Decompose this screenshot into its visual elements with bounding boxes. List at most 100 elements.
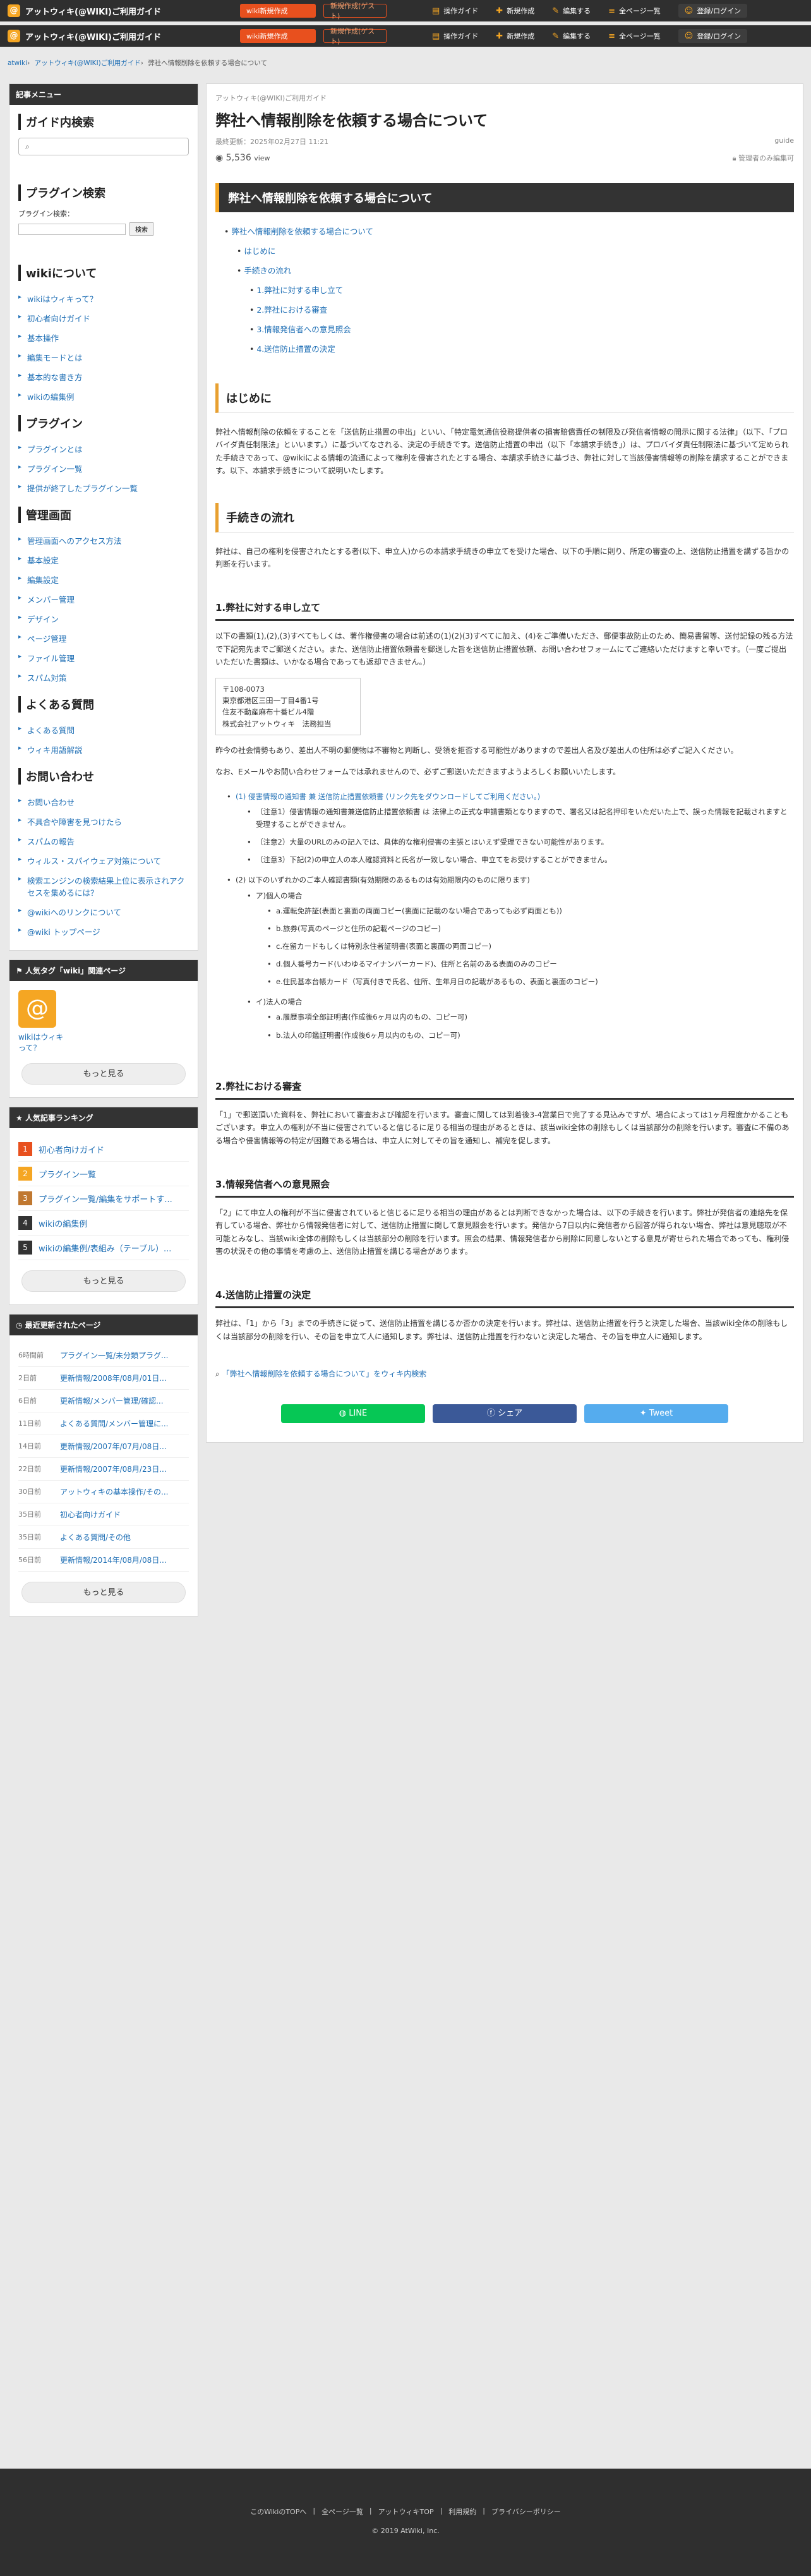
toc-item[interactable]: • はじめに <box>224 241 794 260</box>
list-item[interactable]: 編集設定 <box>18 570 189 589</box>
list-item[interactable]: 検索エンジンの検索結果上位に表示されアクセスを集めるには？ <box>18 870 189 902</box>
recent-item[interactable]: 35日前 初心者向けガイド <box>18 1503 189 1526</box>
facebook-share-button[interactable]: ⓕ シェア <box>433 1404 577 1424</box>
guide-tag[interactable]: guide <box>774 136 794 147</box>
recent-more-button[interactable]: もっと見る <box>21 1582 186 1603</box>
list-item[interactable]: デザイン <box>18 609 189 629</box>
admin-list: 管理画面へのアクセス方法 基本設定 編集設定 メンバー管理 デザイン ページ管理… <box>18 531 189 687</box>
list-item[interactable]: wikiの編集例 <box>18 387 189 406</box>
wiki-tag-thumbnail-icon[interactable]: @ <box>18 990 56 1028</box>
list-item[interactable]: スパムの報告 <box>18 831 189 851</box>
footer-link[interactable]: 利用規約 <box>448 2507 476 2517</box>
list-item[interactable]: ファイル管理 <box>18 648 189 668</box>
new-page-link[interactable]: ✚ 新規作成 <box>496 6 534 16</box>
tag-box: ⚑ 人気タグ「wiki」関連ページ @ wikiはウィキって？ もっと見る <box>9 960 198 1098</box>
edit-link[interactable]: ✎ 編集する <box>552 6 591 16</box>
list-item: a.履歴事項全部証明書(作成後6ヶ月以内のもの、コピー可) <box>267 1008 794 1026</box>
breadcrumb-atwiki[interactable]: atwiki <box>8 59 27 67</box>
tag-item-link[interactable]: wikiはウィキって？ <box>18 1032 69 1053</box>
list-item[interactable]: @wiki トップページ <box>18 922 189 941</box>
site-logo-sticky[interactable]: @ アットウィキ(@WIKI)ご利用ガイド <box>0 30 240 42</box>
toc-item[interactable]: • 2.弊社における審査 <box>224 299 794 319</box>
login-button[interactable]: ☺ 登録/ログイン <box>678 4 748 18</box>
tag-more-button[interactable]: もっと見る <box>21 1063 186 1085</box>
list-item[interactable]: お問い合わせ <box>18 792 189 812</box>
all-pages-link[interactable]: ≡ 全ページ一覧 <box>608 6 661 16</box>
footer-link[interactable]: アットウィキTOP <box>378 2507 434 2517</box>
sidebar-menu-title: 記事メニュー <box>9 84 198 105</box>
guide-link-sticky[interactable]: ▤ 操作ガイド <box>432 31 478 41</box>
toc-item[interactable]: • 3.情報発信者への意見照会 <box>224 319 794 339</box>
footer-link[interactable]: 全ページ一覧 <box>321 2507 363 2517</box>
guide-search-input[interactable]: ⌕ <box>18 138 189 155</box>
list-item[interactable]: @wikiへのリンクについて <box>18 902 189 922</box>
twitter-share-button[interactable]: ✦ Tweet <box>584 1404 728 1424</box>
page-title: 弊社へ情報削除を依頼する場合について <box>215 112 488 129</box>
create-wiki-button-sticky[interactable]: wiki新規作成 <box>240 29 316 43</box>
section-flow-heading: 手続きの流れ <box>215 502 794 533</box>
recent-item[interactable]: 35日前 よくある質問/その他 <box>18 1526 189 1549</box>
list-item[interactable]: 不具合や障害を見つけたら <box>18 812 189 831</box>
section-2-paragraph: 「1」で郵送頂いた資料を、弊社において審査および確認を行います。審査に関しては到… <box>215 1110 790 1145</box>
guest-create-button[interactable]: 新規作成(ゲスト) <box>323 2 387 20</box>
list-item[interactable]: 提供が終了したプラグイン一覧 <box>18 478 189 498</box>
user-icon: ☺ <box>684 31 694 41</box>
list-item[interactable]: プラグイン一覧 <box>18 459 189 478</box>
list-item[interactable]: 管理画面へのアクセス方法 <box>18 531 189 550</box>
breadcrumb-guide[interactable]: アットウィキ(@WIKI)ご利用ガイド <box>35 59 141 67</box>
share-buttons: ◍ LINE ⓕ シェア ✦ Tweet <box>215 1404 794 1424</box>
footer-link[interactable]: このWikiのTOPへ <box>250 2507 306 2517</box>
ranking-item[interactable]: 4 wikiの編集例 <box>18 1211 189 1236</box>
toc-item[interactable]: • 弊社へ情報削除を依頼する場合について <box>224 221 794 241</box>
rank-number: 1 <box>18 1142 32 1156</box>
recent-item[interactable]: 6日前 更新情報/メンバー管理/確認... <box>18 1390 189 1412</box>
ranking-item[interactable]: 5 wikiの編集例/表組み（テーブル）... <box>18 1236 189 1260</box>
footer-link[interactable]: プライバシーポリシー <box>491 2507 561 2517</box>
topbar-sticky: @ アットウィキ(@WIKI)ご利用ガイド wiki新規作成 新規作成(ゲスト) … <box>0 25 811 47</box>
list-item[interactable]: ページ管理 <box>18 629 189 648</box>
toc-item[interactable]: • 4.送信防止措置の決定 <box>224 339 794 358</box>
recent-item[interactable]: 56日前 更新情報/2014年/08月/08日... <box>18 1549 189 1572</box>
edit-link-sticky[interactable]: ✎ 編集する <box>552 31 591 41</box>
wiki-search-link[interactable]: 「弊社へ情報削除を依頼する場合について」をウィキ内検索 <box>222 1369 427 1378</box>
section-3-paragraph: 「2」にて申立人の権利が不当に侵害されていると信じるに足りる相当の理由があるとは… <box>215 1208 790 1256</box>
list-item[interactable]: 基本的な書き方 <box>18 367 189 387</box>
list-item[interactable]: スパム対策 <box>18 668 189 687</box>
plugin-search-button[interactable]: 検索 <box>129 222 153 236</box>
guide-link[interactable]: ▤ 操作ガイド <box>432 6 478 16</box>
new-page-link-sticky[interactable]: ✚ 新規作成 <box>496 31 534 41</box>
list-item[interactable]: よくある質問 <box>18 720 189 740</box>
recent-item[interactable]: 11日前 よくある質問/メンバー管理に... <box>18 1412 189 1435</box>
list-item[interactable]: wikiはウィキって？ <box>18 289 189 308</box>
list-item[interactable]: 基本設定 <box>18 550 189 570</box>
list-item[interactable]: 編集モードとは <box>18 347 189 367</box>
plugin-search-input[interactable] <box>18 223 126 235</box>
ranking-item[interactable]: 1 初心者向けガイド <box>18 1137 189 1162</box>
list-item[interactable]: ウィルス・スパイウェア対策について <box>18 851 189 870</box>
section-3-heading: 3.情報発信者への意見照会 <box>215 1172 794 1198</box>
recent-item[interactable]: 14日前 更新情報/2007年/07月/08日... <box>18 1435 189 1458</box>
site-logo[interactable]: @ アットウィキ(@WIKI)ご利用ガイド <box>0 4 240 17</box>
recent-item[interactable]: 6時間前 プラグイン一覧/未分類プラグ... <box>18 1344 189 1367</box>
all-pages-link-sticky[interactable]: ≡ 全ページ一覧 <box>608 31 661 41</box>
login-button-sticky[interactable]: ☺ 登録/ログイン <box>678 29 748 43</box>
list-item[interactable]: メンバー管理 <box>18 589 189 609</box>
ranking-more-button[interactable]: もっと見る <box>21 1270 186 1292</box>
list-item[interactable]: プラグインとは <box>18 439 189 459</box>
tag-box-title: ⚑ 人気タグ「wiki」関連ページ <box>9 960 198 981</box>
toc-item[interactable]: • 1.弊社に対する申し立て <box>224 280 794 299</box>
list-item[interactable]: 基本操作 <box>18 328 189 347</box>
toc-item[interactable]: • 手続きの流れ <box>224 260 794 280</box>
recent-item[interactable]: 2日前 更新情報/2008年/08月/01日... <box>18 1367 189 1390</box>
ranking-title: ★ 人気記事ランキング <box>9 1107 198 1128</box>
ranking-item[interactable]: 3 プラグイン一覧/編集をサポートす... <box>18 1186 189 1211</box>
ranking-item[interactable]: 2 プラグイン一覧 <box>18 1162 189 1186</box>
list-item[interactable]: ウィキ用語解説 <box>18 740 189 759</box>
recent-item[interactable]: 22日前 更新情報/2007年/08月/23日... <box>18 1458 189 1481</box>
create-wiki-button[interactable]: wiki新規作成 <box>240 4 316 18</box>
guest-create-button-sticky[interactable]: 新規作成(ゲスト) <box>323 27 387 45</box>
list-item: （注意3）下記(2)の申立人の本人確認資料と氏名が一致しない場合、申立てをお受け… <box>247 851 794 869</box>
line-share-button[interactable]: ◍ LINE <box>281 1404 425 1424</box>
recent-item[interactable]: 30日前 アットウィキの基本操作/その... <box>18 1481 189 1503</box>
list-item[interactable]: 初心者向けガイド <box>18 308 189 328</box>
